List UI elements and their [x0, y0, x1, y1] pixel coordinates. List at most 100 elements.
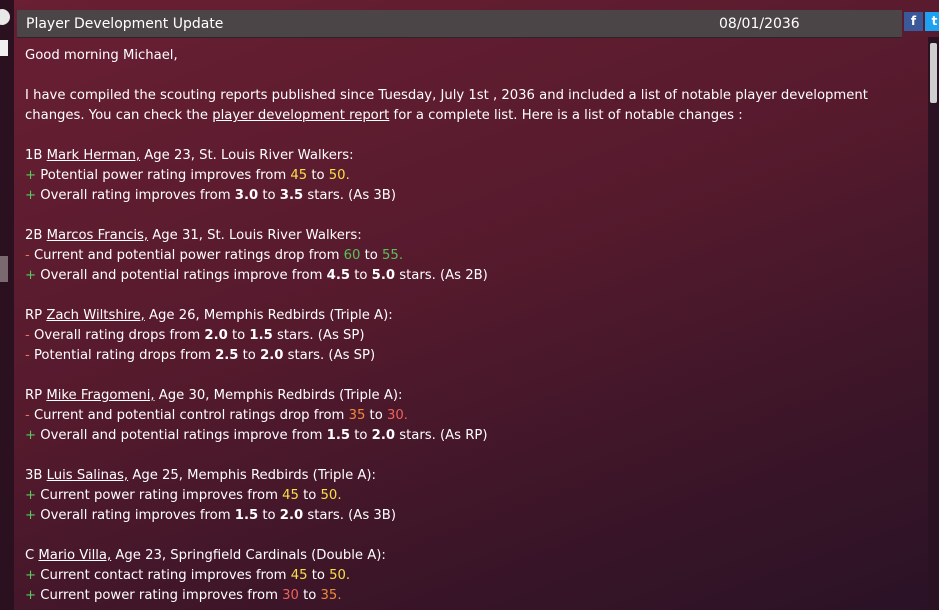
player-block: 3B Luis Salinas, Age 25, Memphis Redbird… [25, 466, 915, 526]
change-text: to [307, 568, 330, 583]
change-text: stars. (As RP) [395, 428, 488, 443]
player-block: C Mario Villa, Age 23, Springfield Cardi… [25, 546, 915, 606]
player-position: RP [25, 308, 47, 323]
player-info: Age 25, Memphis Redbirds (Triple A): [128, 468, 376, 483]
change-line: + Overall and potential ratings improve … [25, 266, 915, 286]
change-to-value: 2.0 [279, 508, 304, 523]
player-block: RP Mike Fragomeni, Age 30, Memphis Redbi… [25, 386, 915, 446]
greeting: Good morning Michael, [25, 48, 178, 63]
change-text: stars. (As 3B) [303, 188, 396, 203]
change-from-value: 2.0 [204, 328, 228, 343]
change-text: . [398, 248, 404, 263]
plus-icon: + [25, 168, 41, 183]
change-text: to [350, 428, 372, 443]
change-text: to [360, 248, 383, 263]
player-name-link[interactable]: Mike Fragomeni, [46, 388, 154, 403]
player-position: 1B [25, 148, 47, 163]
player-position: 2B [25, 228, 47, 243]
player-info: Age 30, Memphis Redbirds (Triple A): [154, 388, 403, 403]
side-tab[interactable] [0, 40, 8, 56]
player-heading: 1B Mark Herman, Age 23, St. Louis River … [25, 146, 915, 166]
minus-icon: - [25, 408, 34, 423]
change-from-value: 45 [290, 168, 308, 183]
change-line: - Current and potential power ratings dr… [25, 246, 915, 266]
change-text: Potential power rating improves from [40, 168, 291, 183]
change-to-value: 1.5 [249, 328, 273, 343]
player-name-link[interactable]: Mark Herman, [47, 148, 140, 163]
plus-icon: + [25, 428, 41, 443]
change-text: . [403, 408, 408, 423]
minus-icon: - [25, 328, 34, 343]
message-header: Player Development Update 08/01/2036 [17, 10, 902, 38]
player-name-link[interactable]: Marcos Francis, [47, 228, 148, 243]
facebook-share-icon[interactable]: f [904, 12, 923, 31]
player-heading: 2B Marcos Francis, Age 31, St. Louis Riv… [25, 226, 915, 246]
change-from-value: 30 [282, 588, 299, 603]
plus-icon: + [25, 568, 41, 583]
change-from-value: 3.0 [234, 188, 259, 203]
change-to-value: 50 [320, 488, 338, 503]
player-info: Age 23, St. Louis River Walkers: [140, 148, 354, 163]
message-body: Good morning Michael, I have compiled th… [25, 46, 915, 606]
change-text: to [258, 508, 280, 523]
change-line: - Overall rating drops from 2.0 to 1.5 s… [25, 326, 915, 346]
collapse-knob[interactable] [0, 9, 10, 25]
change-from-value: 45 [290, 568, 308, 583]
change-text: Current and potential power ratings drop… [33, 248, 344, 263]
player-name-link[interactable]: Mario Villa, [38, 548, 111, 563]
change-text: to [298, 488, 321, 503]
change-to-value: 2.0 [371, 428, 396, 443]
player-position: 3B [25, 468, 47, 483]
change-to-value: 55 [382, 248, 399, 263]
twitter-share-icon[interactable]: t [925, 12, 939, 31]
player-position: C [25, 548, 39, 563]
player-heading: C Mario Villa, Age 23, Springfield Cardi… [25, 546, 915, 566]
change-to-value: 3.5 [279, 188, 304, 203]
change-to-value: 35 [320, 588, 338, 603]
message-date: 08/01/2036 [719, 16, 800, 32]
change-to-value: 5.0 [371, 268, 396, 283]
change-text: . [345, 168, 350, 183]
player-name-link[interactable]: Zach Wiltshire, [46, 308, 145, 323]
change-text: to [258, 188, 280, 203]
change-text: Overall rating drops from [33, 328, 205, 343]
change-text: Current contact rating improves from [40, 568, 291, 583]
player-name-link[interactable]: Luis Salinas, [47, 468, 128, 483]
player-block: 2B Marcos Francis, Age 31, St. Louis Riv… [25, 226, 915, 286]
change-text: to [307, 168, 329, 183]
player-development-report-link[interactable]: player development report [212, 108, 389, 123]
change-text: stars. (As SP) [283, 348, 376, 363]
change-text: to [350, 268, 372, 283]
message-title: Player Development Update [26, 16, 224, 32]
change-to-value: 30 [386, 408, 404, 423]
change-line: + Current power rating improves from 45 … [25, 486, 915, 506]
change-from-value: 35 [348, 408, 366, 423]
minus-icon: - [25, 348, 34, 363]
intro-paragraph: I have compiled the scouting reports pub… [25, 88, 868, 123]
change-line: - Current and potential control ratings … [25, 406, 915, 426]
side-tab[interactable] [0, 256, 8, 282]
change-text: Overall rating improves from [40, 188, 235, 203]
change-from-value: 60 [343, 248, 361, 263]
change-text: Current power rating improves from [40, 488, 283, 503]
change-text: stars. (As SP) [272, 328, 365, 343]
change-line: + Overall rating improves from 1.5 to 2.… [25, 506, 915, 526]
change-text: stars. (As 2B) [395, 268, 488, 283]
plus-icon: + [25, 508, 41, 523]
change-text: Current power rating improves from [40, 588, 283, 603]
vertical-scrollbar[interactable] [928, 37, 939, 610]
minus-icon: - [25, 248, 34, 263]
change-line: + Current contact rating improves from 4… [25, 566, 915, 586]
change-text: to [365, 408, 387, 423]
change-text: Potential rating drops from [33, 348, 216, 363]
change-line: + Potential power rating improves from 4… [25, 166, 915, 186]
player-position: RP [25, 388, 47, 403]
change-text: . [337, 588, 342, 603]
change-line: + Current power rating improves from 30 … [25, 586, 915, 606]
change-text: Overall and potential ratings improve fr… [40, 428, 327, 443]
player-heading: 3B Luis Salinas, Age 25, Memphis Redbird… [25, 466, 915, 486]
change-text: stars. (As 3B) [303, 508, 396, 523]
change-text: to [238, 348, 261, 363]
left-panel-strip [0, 0, 14, 610]
scrollbar-thumb[interactable] [930, 43, 937, 103]
